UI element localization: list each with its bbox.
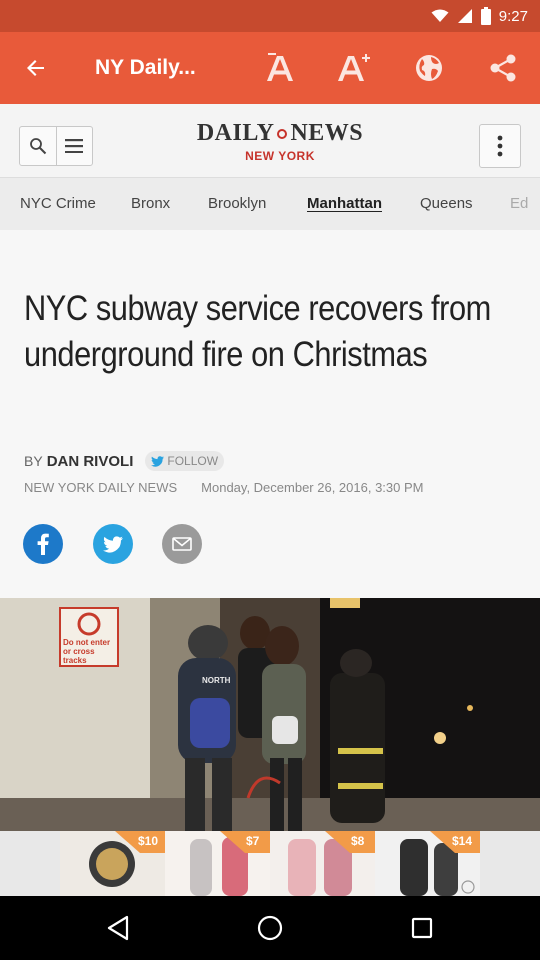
tab-nyc-crime[interactable]: NYC Crime [20,178,96,230]
logo-city: NEW YORK [245,149,315,163]
section-tabs: NYC Crime Bronx Brooklyn Manhattan Queen… [0,178,540,230]
wifi-icon [431,9,449,23]
ad-price-2: $7 [246,834,260,848]
nav-back-icon[interactable] [98,908,138,948]
clock-time: 9:27 [498,7,528,25]
share-twitter-button[interactable] [93,524,133,564]
nav-recents-icon[interactable] [402,908,442,948]
logo-wordmark: DAILY NEWS [196,120,364,146]
status-bar: 9:27 [0,0,540,32]
follow-label: FOLLOW [167,454,219,468]
nav-home-icon[interactable] [250,908,290,948]
ad-price-3: $8 [351,834,365,848]
globe-icon[interactable] [407,46,451,90]
twitter-bird-icon [151,455,165,467]
ad-price-1: $10 [138,834,159,848]
tab-education[interactable]: Ed [510,178,528,230]
font-increase-icon[interactable] [333,46,377,90]
twitter-icon [103,535,123,553]
logo-seal-icon [277,128,288,139]
signal-icon [457,8,473,24]
tab-queens[interactable]: Queens [420,178,473,230]
search-menu-group [19,126,93,166]
search-icon[interactable] [20,127,56,165]
font-decrease-icon[interactable] [260,46,304,90]
more-options-button[interactable] [479,124,521,168]
tab-brooklyn[interactable]: Brooklyn [208,178,266,230]
email-icon [172,537,192,551]
article-source: NEW YORK DAILY NEWS [24,480,178,495]
article-headline: NYC subway service recovers from undergr… [24,289,491,374]
site-header: DAILY NEWS NEW YORK [0,104,540,178]
system-nav-bar [0,896,540,960]
author-name[interactable]: DAN RIVOLI [47,453,134,470]
app-toolbar: NY Daily... [0,32,540,104]
share-icon[interactable] [481,46,525,90]
daily-news-logo[interactable]: DAILY NEWS NEW YORK [160,120,400,163]
ad-price-4: $14 [452,834,473,848]
byline: BY DAN RIVOLI FOLLOW [24,451,225,471]
photo-sign-text: Do not enter or cross tracks [63,638,111,665]
tab-manhattan[interactable]: Manhattan [307,178,382,230]
photo-jacket-text: NORTH [202,676,231,685]
share-email-button[interactable] [162,524,202,564]
follow-button[interactable]: FOLLOW [145,451,225,471]
article-photo[interactable]: Do not enter or cross tracks NORTH [0,598,540,831]
article-date: Monday, December 26, 2016, 3:30 PM [201,480,424,495]
more-vert-icon [497,135,503,157]
hamburger-menu-icon[interactable] [55,127,92,165]
back-arrow-icon[interactable] [14,46,58,90]
article-body: NYC subway service recovers from undergr… [0,230,540,598]
ad-strip[interactable]: $10 $7 $8 $14 [60,831,480,896]
byline-prefix: BY [24,453,43,469]
ad-banner[interactable]: $10 $7 $8 $14 [0,831,540,896]
battery-icon [480,7,491,25]
tab-bronx[interactable]: Bronx [131,178,170,230]
toolbar-title: NY Daily... [95,56,196,79]
facebook-icon [37,533,49,555]
share-facebook-button[interactable] [23,524,63,564]
source-date-line: NEW YORK DAILY NEWS Monday, December 26,… [24,480,423,495]
